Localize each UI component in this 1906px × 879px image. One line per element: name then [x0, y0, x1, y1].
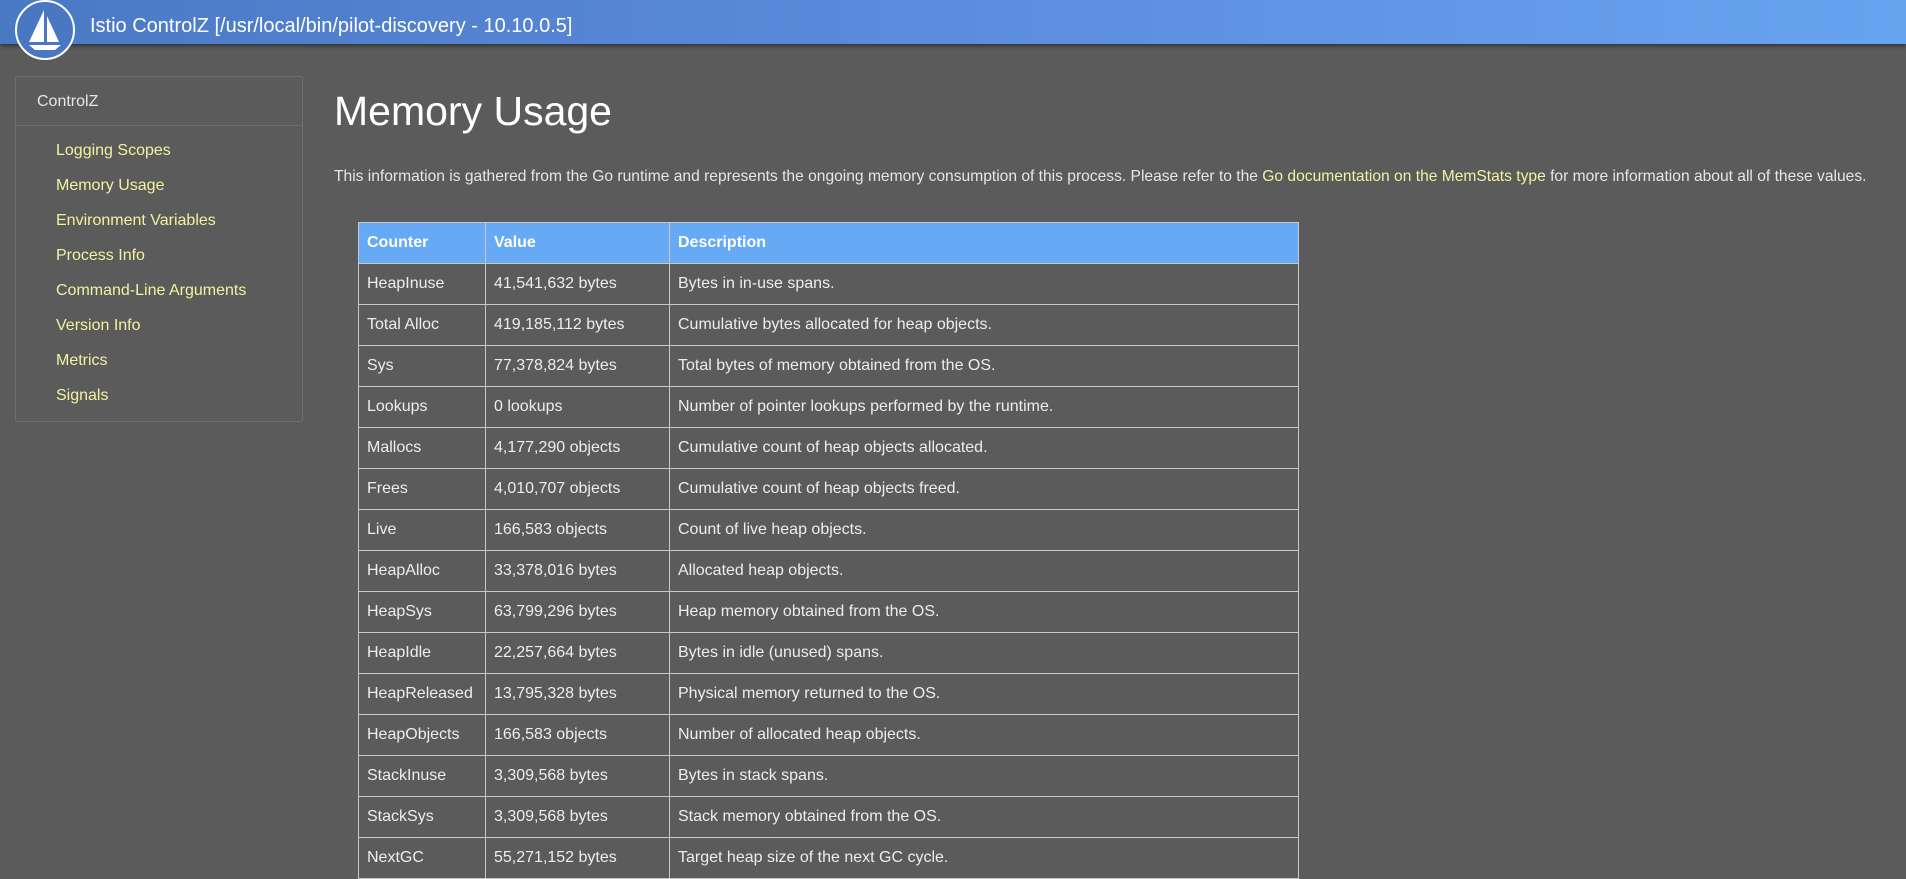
cell-description: Heap memory obtained from the OS.	[669, 591, 1299, 633]
cell-description: Allocated heap objects.	[669, 550, 1299, 592]
cell-counter: HeapReleased	[358, 673, 486, 715]
app-title: Istio ControlZ [/usr/local/bin/pilot-dis…	[90, 15, 573, 37]
sidebar-item-process-info[interactable]: Process Info	[16, 246, 302, 281]
cell-description: Cumulative count of heap objects freed.	[669, 468, 1299, 510]
cell-counter: Frees	[358, 468, 486, 510]
cell-value: 3,309,568 bytes	[485, 755, 670, 797]
cell-counter: NextGC	[358, 837, 486, 879]
cell-description: Cumulative count of heap objects allocat…	[669, 427, 1299, 469]
sidebar-item-signals[interactable]: Signals	[16, 386, 302, 421]
table-row: Total Alloc 419,185,112 bytes Cumulative…	[358, 304, 1299, 346]
cell-value: 22,257,664 bytes	[485, 632, 670, 674]
table-row: NextGC 55,271,152 bytes Target heap size…	[358, 837, 1299, 879]
table-row: HeapInuse 41,541,632 bytes Bytes in in-u…	[358, 263, 1299, 305]
cell-counter: HeapSys	[358, 591, 486, 633]
cell-counter: StackSys	[358, 796, 486, 838]
cell-counter: Mallocs	[358, 427, 486, 469]
table-row: HeapObjects 166,583 objects Number of al…	[358, 714, 1299, 756]
table-header-row: Counter Value Description	[358, 222, 1299, 264]
cell-value: 166,583 objects	[485, 714, 670, 756]
cell-description: Cumulative bytes allocated for heap obje…	[669, 304, 1299, 346]
istio-sailboat-logo-icon[interactable]	[15, 0, 75, 60]
page-title: Memory Usage	[334, 88, 612, 134]
sidebar-list: Logging Scopes Memory Usage Environment …	[16, 126, 302, 421]
cell-value: 4,177,290 objects	[485, 427, 670, 469]
sidebar-heading: ControlZ	[16, 77, 302, 126]
table-row: Frees 4,010,707 objects Cumulative count…	[358, 468, 1299, 510]
cell-description: Target heap size of the next GC cycle.	[669, 837, 1299, 879]
cell-description: Total bytes of memory obtained from the …	[669, 345, 1299, 387]
table-row: HeapAlloc 33,378,016 bytes Allocated hea…	[358, 550, 1299, 592]
memory-stats-table: Counter Value Description HeapInuse 41,5…	[358, 222, 1299, 879]
cell-counter: StackInuse	[358, 755, 486, 797]
cell-value: 4,010,707 objects	[485, 468, 670, 510]
table-row: Sys 77,378,824 bytes Total bytes of memo…	[358, 345, 1299, 387]
column-header-counter: Counter	[358, 222, 486, 264]
cell-value: 13,795,328 bytes	[485, 673, 670, 715]
cell-value: 41,541,632 bytes	[485, 263, 670, 305]
table-row: Mallocs 4,177,290 objects Cumulative cou…	[358, 427, 1299, 469]
intro-text-before: This information is gathered from the Go…	[334, 168, 1263, 185]
sidebar-item-logging-scopes[interactable]: Logging Scopes	[16, 141, 302, 176]
cell-value: 55,271,152 bytes	[485, 837, 670, 879]
intro-text-after: for more information about all of these …	[1545, 168, 1867, 185]
cell-description: Number of allocated heap objects.	[669, 714, 1299, 756]
cell-description: Count of live heap objects.	[669, 509, 1299, 551]
cell-value: 166,583 objects	[485, 509, 670, 551]
cell-value: 0 lookups	[485, 386, 670, 428]
cell-value: 419,185,112 bytes	[485, 304, 670, 346]
memstats-docs-link[interactable]: Go documentation on the MemStats type	[1262, 168, 1545, 185]
sidebar-item-command-line-arguments[interactable]: Command-Line Arguments	[16, 281, 302, 316]
cell-counter: Sys	[358, 345, 486, 387]
sidebar-item-version-info[interactable]: Version Info	[16, 316, 302, 351]
intro-text: This information is gathered from the Go…	[334, 167, 1866, 187]
table-row: Live 166,583 objects Count of live heap …	[358, 509, 1299, 551]
table-row: StackSys 3,309,568 bytes Stack memory ob…	[358, 796, 1299, 838]
cell-description: Bytes in in-use spans.	[669, 263, 1299, 305]
cell-value: 3,309,568 bytes	[485, 796, 670, 838]
table-row: StackInuse 3,309,568 bytes Bytes in stac…	[358, 755, 1299, 797]
cell-description: Number of pointer lookups performed by t…	[669, 386, 1299, 428]
sidebar-item-metrics[interactable]: Metrics	[16, 351, 302, 386]
cell-description: Bytes in idle (unused) spans.	[669, 632, 1299, 674]
cell-counter: HeapInuse	[358, 263, 486, 305]
cell-value: 77,378,824 bytes	[485, 345, 670, 387]
table-row: HeapIdle 22,257,664 bytes Bytes in idle …	[358, 632, 1299, 674]
cell-counter: Live	[358, 509, 486, 551]
cell-description: Physical memory returned to the OS.	[669, 673, 1299, 715]
top-header-bar: Istio ControlZ [/usr/local/bin/pilot-dis…	[0, 0, 1906, 44]
cell-counter: Lookups	[358, 386, 486, 428]
table-row: HeapReleased 13,795,328 bytes Physical m…	[358, 673, 1299, 715]
sidebar-item-environment-variables[interactable]: Environment Variables	[16, 211, 302, 246]
table-body: HeapInuse 41,541,632 bytes Bytes in in-u…	[358, 263, 1299, 879]
sidebar-nav: ControlZ Logging Scopes Memory Usage Env…	[15, 76, 303, 422]
cell-counter: Total Alloc	[358, 304, 486, 346]
cell-description: Stack memory obtained from the OS.	[669, 796, 1299, 838]
sidebar-item-memory-usage[interactable]: Memory Usage	[16, 176, 302, 211]
cell-value: 63,799,296 bytes	[485, 591, 670, 633]
table-row: Lookups 0 lookups Number of pointer look…	[358, 386, 1299, 428]
column-header-description: Description	[669, 222, 1299, 264]
cell-description: Bytes in stack spans.	[669, 755, 1299, 797]
table-row: HeapSys 63,799,296 bytes Heap memory obt…	[358, 591, 1299, 633]
cell-counter: HeapObjects	[358, 714, 486, 756]
cell-counter: HeapAlloc	[358, 550, 486, 592]
column-header-value: Value	[485, 222, 670, 264]
cell-value: 33,378,016 bytes	[485, 550, 670, 592]
cell-counter: HeapIdle	[358, 632, 486, 674]
